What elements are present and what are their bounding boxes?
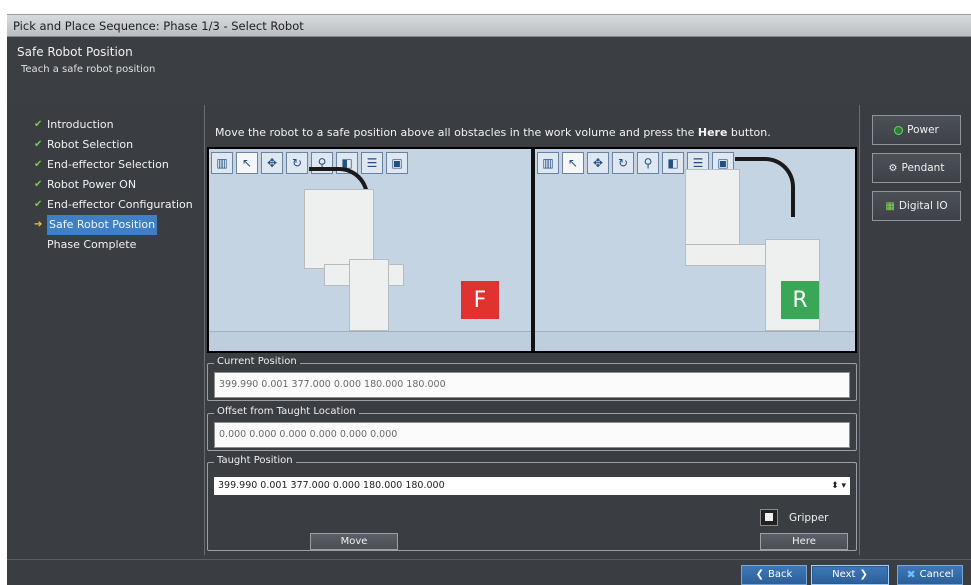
- pendant-button[interactable]: ⚙ Pendant: [872, 153, 961, 183]
- cancel-label: Cancel: [919, 569, 954, 580]
- page-title: Safe Robot Position: [17, 45, 133, 59]
- current-position-group: Current Position 399.990 0.001 377.000 0…: [207, 356, 857, 401]
- rotate-icon[interactable]: ↻: [286, 152, 308, 174]
- side-actions: Power ⚙ Pendant ▦ Digital IO: [866, 105, 971, 555]
- step-label: Robot Power ON: [47, 178, 137, 191]
- step-item-introduction[interactable]: ✔ Introduction: [34, 115, 202, 135]
- 3d-viewports: ▥ ↖ ✥ ↻ ⚲ ◧ ☰ ▣ F ▥ ↖ ✥ ↻ ⚲ ◧ ☰ ▣ R: [207, 147, 857, 353]
- cancel-button[interactable]: ✖ Cancel: [897, 565, 963, 585]
- step-item-robot-power-on[interactable]: ✔ Robot Power ON: [34, 175, 202, 195]
- taught-position-group: Taught Position 399.990 0.001 377.000 0.…: [207, 455, 857, 551]
- next-button[interactable]: Next ❯: [811, 565, 889, 585]
- chevron-right-icon: ❯: [859, 569, 868, 580]
- digital-io-label: Digital IO: [898, 200, 948, 212]
- digital-io-icon: ▦: [885, 200, 895, 212]
- pointer-icon[interactable]: ↖: [236, 152, 258, 174]
- step-label: Introduction: [47, 118, 114, 131]
- offset-legend: Offset from Taught Location: [214, 406, 359, 417]
- offset-group: Offset from Taught Location 0.000 0.000 …: [207, 406, 857, 451]
- close-icon: ✖: [906, 568, 916, 581]
- taught-position-legend: Taught Position: [214, 455, 296, 466]
- back-label: Back: [768, 569, 793, 580]
- check-icon: ✔: [34, 139, 43, 150]
- pointer-icon[interactable]: ↖: [562, 152, 584, 174]
- step-item-safe-robot-position[interactable]: ➔ Safe Robot Position: [34, 215, 202, 235]
- here-button[interactable]: Here: [760, 533, 848, 550]
- pan-icon[interactable]: ✥: [587, 152, 609, 174]
- floor-plane: [209, 331, 531, 351]
- arrow-right-icon: ➔: [34, 219, 43, 230]
- step-label: Safe Robot Position: [47, 215, 158, 235]
- check-icon: ✔: [34, 179, 43, 190]
- check-icon: ✔: [34, 159, 43, 170]
- layout-icon[interactable]: ▥: [211, 152, 233, 174]
- layout-icon[interactable]: ▥: [537, 152, 559, 174]
- properties-icon[interactable]: ☰: [361, 152, 383, 174]
- zoom-icon[interactable]: ⚲: [637, 152, 659, 174]
- page-header: Safe Robot Position Teach a safe robot p…: [7, 37, 971, 103]
- step-label: End-effector Configuration: [47, 198, 193, 211]
- robot-upper-arm: [685, 169, 740, 249]
- power-label: Power: [907, 124, 939, 136]
- power-button[interactable]: Power: [872, 115, 961, 145]
- pendant-label: Pendant: [901, 162, 945, 174]
- wizard-footer: ❮ Back Next ❯ ✖ Cancel: [7, 559, 971, 585]
- step-label: End-effector Selection: [47, 158, 169, 171]
- move-button[interactable]: Move: [310, 533, 398, 550]
- next-label: Next: [832, 569, 856, 580]
- cube-view-icon[interactable]: ◧: [662, 152, 684, 174]
- display-mode-icon[interactable]: ▣: [386, 152, 408, 174]
- step-item-phase-complete[interactable]: Phase Complete: [34, 235, 202, 255]
- instruction-prefix: Move the robot to a safe position above …: [215, 126, 698, 139]
- step-label: Phase Complete: [47, 238, 137, 251]
- gripper-toggle[interactable]: [760, 509, 778, 526]
- front-face-marker: F: [461, 281, 499, 319]
- pan-icon[interactable]: ✥: [261, 152, 283, 174]
- current-position-field: 399.990 0.001 377.000 0.000 180.000 180.…: [214, 372, 850, 398]
- taught-position-value: 399.990 0.001 377.000 0.000 180.000 180.…: [218, 480, 445, 491]
- rotate-icon[interactable]: ↻: [612, 152, 634, 174]
- instruction-text: Move the robot to a safe position above …: [215, 126, 771, 139]
- page-subtitle: Teach a safe robot position: [21, 64, 156, 75]
- offset-field: 0.000 0.000 0.000 0.000 0.000 0.000: [214, 422, 850, 448]
- gripper-label: Gripper: [789, 512, 829, 524]
- wizard-window: Pick and Place Sequence: Phase 1/3 - Sel…: [7, 14, 971, 585]
- step-item-end-effector-selection[interactable]: ✔ End-effector Selection: [34, 155, 202, 175]
- taught-position-select[interactable]: 399.990 0.001 377.000 0.000 180.000 180.…: [214, 477, 850, 495]
- window-title: Pick and Place Sequence: Phase 1/3 - Sel…: [7, 15, 971, 37]
- check-icon: ✔: [34, 199, 43, 210]
- power-status-icon: [894, 125, 904, 135]
- robot-upper-arm: [304, 189, 374, 269]
- chevron-left-icon: ❮: [755, 569, 765, 580]
- robot-cable: [735, 157, 795, 217]
- spinner-dropdown-icon[interactable]: ⬍ ▾: [831, 477, 846, 495]
- instruction-suffix: button.: [727, 126, 771, 139]
- check-icon: ✔: [34, 119, 43, 130]
- pendant-icon: ⚙: [888, 162, 898, 174]
- instruction-bold: Here: [697, 126, 728, 139]
- current-position-legend: Current Position: [214, 356, 300, 367]
- step-label: Robot Selection: [47, 138, 134, 151]
- floor-plane: [535, 331, 855, 351]
- step-item-end-effector-configuration[interactable]: ✔ End-effector Configuration: [34, 195, 202, 215]
- robot-base: [349, 259, 389, 331]
- right-3d-viewport[interactable]: ▥ ↖ ✥ ↻ ⚲ ◧ ☰ ▣ R: [535, 149, 855, 351]
- steps-list: ✔ Introduction ✔ Robot Selection ✔ End-effe…: [9, 105, 202, 555]
- main-panel: Move the robot to a safe position above …: [204, 105, 860, 555]
- wizard-body: ✔ Introduction ✔ Robot Selection ✔ End-effe…: [7, 105, 971, 559]
- right-face-marker: R: [781, 281, 819, 319]
- step-item-robot-selection[interactable]: ✔ Robot Selection: [34, 135, 202, 155]
- back-button[interactable]: ❮ Back: [741, 565, 807, 585]
- front-3d-viewport[interactable]: ▥ ↖ ✥ ↻ ⚲ ◧ ☰ ▣ F: [209, 149, 531, 351]
- digital-io-button[interactable]: ▦ Digital IO: [872, 191, 961, 221]
